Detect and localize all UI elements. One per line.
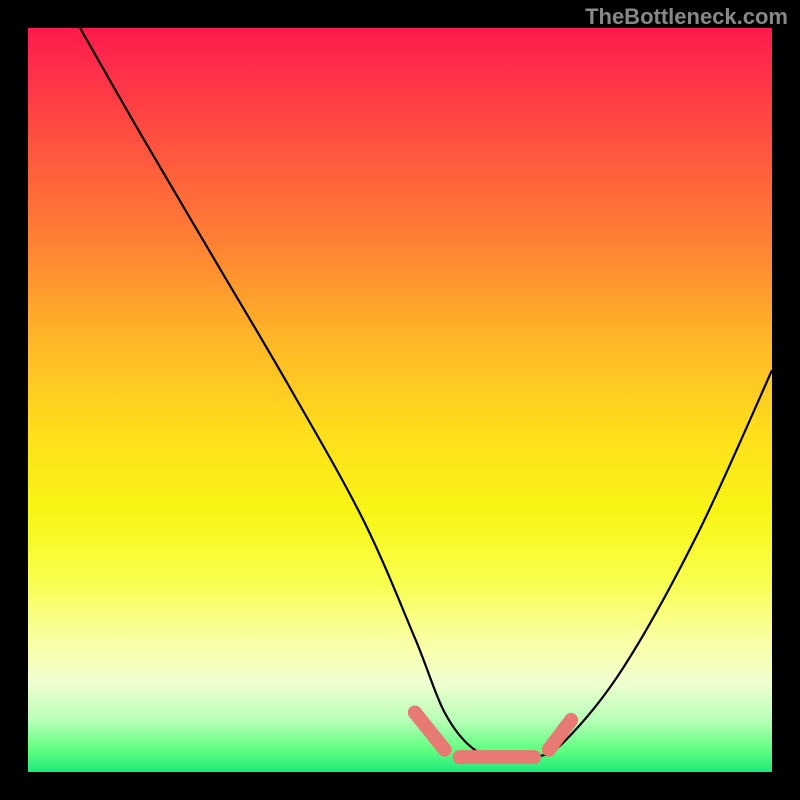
- chart-plot-area: [28, 28, 772, 772]
- highlight-segment: [415, 712, 445, 749]
- highlight-segment: [549, 720, 571, 750]
- bottleneck-curve-path: [80, 28, 772, 759]
- highlight-markers: [415, 712, 571, 757]
- watermark-text: TheBottleneck.com: [585, 4, 788, 30]
- curve-overlay: [28, 28, 772, 772]
